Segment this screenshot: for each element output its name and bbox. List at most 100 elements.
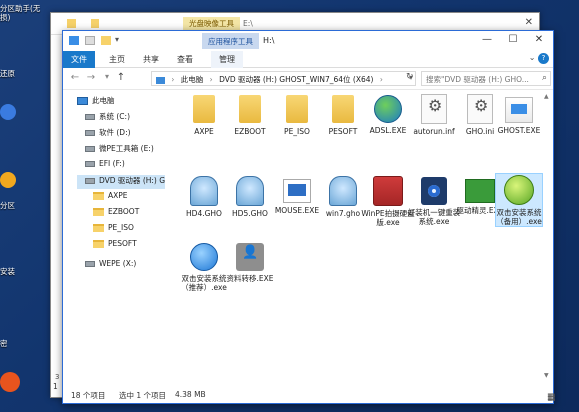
drive-icon (85, 114, 95, 120)
folder-icon (93, 240, 104, 248)
close-icon[interactable]: ✕ (529, 34, 549, 45)
nav-item-pe-iso[interactable]: PE_ISO (93, 223, 134, 237)
minimize-icon[interactable]: — (477, 34, 497, 45)
tab-view[interactable]: 查看 (169, 51, 201, 68)
refresh-icon[interactable]: ↻ (406, 72, 414, 82)
forward-icon[interactable]: → (85, 72, 97, 83)
address-field[interactable]: › 此电脑 › DVD 驱动器 (H:) GHOST_WIN7_64位 (X64… (151, 71, 416, 86)
file-list: AXPE EZBOOT PE_ISO PESOFT ADSL.EXE autor… (171, 91, 547, 383)
desktop-icon-label: 安装 (0, 267, 15, 276)
pc-icon (77, 97, 88, 105)
nav-item-ezboot[interactable]: EZBOOT (93, 207, 139, 221)
recent-dropdown-icon[interactable]: ▾ (101, 72, 113, 81)
search-placeholder: 搜索"DVD 驱动器 (H:) GHO... (426, 75, 529, 84)
tab-file[interactable]: 文件 (63, 51, 95, 68)
desktop-gear-icon[interactable] (0, 104, 16, 120)
up-icon[interactable]: ↑ (115, 72, 127, 83)
bg-close-icon[interactable]: ✕ (525, 17, 533, 28)
help-icon[interactable]: ? (538, 53, 549, 64)
tab-manage[interactable]: 管理 (211, 51, 243, 68)
file-item-data-transfer[interactable]: 资料转移.EXE (221, 241, 279, 283)
file-item-install-backup[interactable]: 双击安装系统（备用）.exe (495, 173, 543, 227)
file-name: AXPE (194, 127, 214, 136)
search-icon: ⌕ (541, 73, 547, 83)
desktop-icon-label: 分区助手(无损) (0, 4, 41, 22)
nav-item-f[interactable]: EFI (F:) (85, 159, 125, 173)
bg-qat-icon (91, 19, 99, 28)
qat-dropdown-icon[interactable]: ▾ (115, 35, 119, 44)
ribbon-controls: ⌄ ? (529, 53, 549, 64)
ghost-icon (236, 176, 264, 206)
address-bar-row: ← → ▾ ↑ › 此电脑 › DVD 驱动器 (H:) GHOST_WIN7_… (63, 68, 553, 90)
large-icons-view-icon[interactable]: ▦ (547, 393, 556, 403)
desktop-icon-install[interactable]: 安装 (0, 266, 44, 277)
nav-item-label: 系统 (C:) (99, 112, 130, 121)
nav-item-d[interactable]: 软件 (D:) (85, 127, 131, 141)
nav-item-label: DVD 驱动器 (H:) G (99, 176, 166, 185)
desktop-icon-label: 还原 (0, 69, 15, 78)
window-app-icon (69, 36, 79, 45)
scroll-up-icon[interactable]: ▲ (544, 93, 549, 100)
globe-icon (374, 95, 402, 123)
vertical-scrollbar[interactable]: ▲ ▼ (544, 93, 551, 379)
gear-file-icon (421, 94, 447, 124)
file-name: ADSL.EXE (369, 126, 407, 135)
tab-share[interactable]: 共享 (135, 51, 167, 68)
eye-icon (421, 177, 447, 205)
nav-item-label: 此电脑 (92, 96, 115, 105)
qat-properties-icon[interactable] (85, 36, 95, 45)
nav-item-pesoft[interactable]: PESOFT (93, 239, 137, 253)
explorer-window[interactable]: ▾ 应用程序工具 H:\ — ☐ ✕ 文件 主页 共享 查看 管理 ⌄ ? ← … (62, 30, 556, 404)
file-item-ghost-exe[interactable]: GHOST.EXE (495, 93, 543, 135)
folder-icon (332, 95, 354, 123)
context-tab-app-tools[interactable]: 应用程序工具 (202, 33, 259, 49)
ghost-icon (190, 176, 218, 206)
desktop-icon-password[interactable]: 密 (0, 338, 44, 349)
back-icon[interactable]: ← (69, 72, 81, 83)
file-name: PESOFT (328, 127, 358, 136)
search-input[interactable]: 搜索"DVD 驱动器 (H:) GHO... ⌕ (421, 71, 551, 86)
nav-item-label: PE_ISO (108, 223, 134, 232)
blue-installer-icon (190, 243, 218, 271)
desktop-icon-label: 密 (0, 339, 8, 348)
nav-item-x[interactable]: WEPE (X:) (85, 259, 136, 273)
qat-folder-icon[interactable] (101, 36, 111, 45)
green-installer-icon (504, 175, 534, 205)
breadcrumb-dvd[interactable]: DVD 驱动器 (H:) GHOST_WIN7_64位 (X64) (219, 75, 373, 84)
breadcrumb-pc[interactable]: 此电脑 (181, 75, 204, 84)
address-pc-icon (156, 76, 165, 84)
status-selected: 选中 1 个项目 (119, 391, 167, 400)
desktop-icon-partition[interactable]: 分区 (0, 200, 44, 211)
drive-icon (85, 178, 95, 184)
nav-item-c[interactable]: 系统 (C:) (85, 111, 130, 125)
bg-context-tab[interactable]: 光盘映像工具 (183, 17, 240, 31)
nav-item-h[interactable]: DVD 驱动器 (H:) G (77, 175, 165, 189)
bg-title-path: E:\ (243, 19, 253, 28)
bg-left-number: 3 (55, 373, 60, 381)
status-item-count: 18 个项目 (71, 391, 106, 400)
scroll-down-icon[interactable]: ▼ (544, 372, 549, 379)
nav-item-label: EZBOOT (108, 207, 140, 216)
file-name: MOUSE.EXE (274, 206, 320, 215)
nav-item-this-pc[interactable]: 此电脑 (77, 95, 115, 109)
status-size: 4.38 MB (175, 390, 206, 399)
file-name: HD4.GHO (186, 209, 222, 218)
folder-icon (286, 95, 308, 123)
file-name: HD5.GHO (232, 209, 268, 218)
desktop-icon-partition-assistant[interactable]: 分区助手(无损) (0, 4, 44, 22)
nav-item-axpe[interactable]: AXPE (93, 191, 128, 205)
user-icon (236, 243, 264, 271)
nav-item-e[interactable]: 微PE工具箱 (E:) (85, 143, 154, 157)
maximize-icon[interactable]: ☐ (503, 34, 523, 45)
file-name: EZBOOT (234, 127, 266, 136)
folder-icon (93, 208, 104, 216)
file-name: autorun.inf (413, 127, 455, 136)
desktop-orange-icon[interactable] (0, 372, 20, 392)
bg-status: 1 (53, 382, 58, 391)
nav-item-label: WEPE (X:) (99, 259, 137, 268)
expand-ribbon-icon[interactable]: ⌄ (529, 53, 538, 62)
tab-home[interactable]: 主页 (101, 51, 133, 68)
ghost-icon (329, 176, 357, 206)
desktop-icon-restore[interactable]: 还原 (0, 68, 44, 79)
desktop-app-icon[interactable] (0, 172, 16, 188)
